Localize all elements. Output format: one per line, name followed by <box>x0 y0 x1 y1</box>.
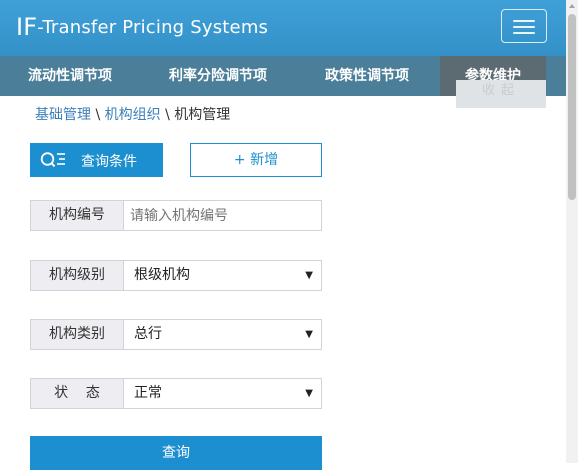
app-header: IF-Transfer Pricing Systems <box>0 0 566 56</box>
org-code-label: 机构编号 <box>30 200 124 231</box>
query-conditions-label: 查询条件 <box>81 154 137 170</box>
menu-toggle-button[interactable] <box>501 9 547 43</box>
hamburger-icon <box>513 20 535 22</box>
collapse-button[interactable]: 收起 <box>456 80 546 108</box>
vertical-scrollbar[interactable] <box>566 0 578 463</box>
org-type-value: 总行 <box>134 326 162 342</box>
chevron-down-icon: ▼ <box>305 270 313 281</box>
brand-initials: IF <box>16 13 38 41</box>
org-type-select[interactable]: 总行 ▼ <box>123 319 322 350</box>
breadcrumb: 基础管理 \ 机构组织 \ 机构管理 <box>35 104 230 124</box>
add-button[interactable]: + 新增 <box>190 143 322 177</box>
status-value: 正常 <box>134 385 162 401</box>
nav-item-policy[interactable]: 政策性调节项 <box>297 56 437 96</box>
scrollbar-thumb[interactable] <box>568 14 576 200</box>
hamburger-icon-bar <box>513 26 535 28</box>
app-brand[interactable]: IF-Transfer Pricing Systems <box>16 13 268 41</box>
nav-item-interest-risk[interactable]: 利率分险调节项 <box>148 56 288 96</box>
breadcrumb-separator: \ <box>165 107 170 123</box>
query-button[interactable]: 查询 <box>30 436 322 470</box>
search-list-icon <box>40 152 65 168</box>
brand-name: -Transfer Pricing Systems <box>37 17 269 38</box>
chevron-down-icon: ▼ <box>305 388 313 399</box>
status-select[interactable]: 正常 ▼ <box>123 378 322 409</box>
org-level-label: 机构级别 <box>30 260 124 291</box>
org-type-label: 机构类别 <box>30 319 124 350</box>
query-conditions-button[interactable]: 查询条件 <box>30 143 163 177</box>
nav-item-liquidity[interactable]: 流动性调节项 <box>0 56 140 96</box>
scroll-up-icon[interactable] <box>569 4 575 8</box>
status-label: 状 态 <box>30 378 124 409</box>
breadcrumb-item-current: 机构管理 <box>174 107 231 123</box>
org-code-input[interactable] <box>123 200 322 231</box>
org-level-value: 根级机构 <box>134 267 190 283</box>
chevron-down-icon: ▼ <box>305 329 313 340</box>
hamburger-icon-bar <box>513 32 535 34</box>
breadcrumb-item-basic-mgmt[interactable]: 基础管理 <box>35 107 91 123</box>
breadcrumb-separator: \ <box>95 107 101 123</box>
breadcrumb-item-org-structure[interactable]: 机构组织 <box>105 107 161 123</box>
org-level-select[interactable]: 根级机构 ▼ <box>123 260 322 291</box>
